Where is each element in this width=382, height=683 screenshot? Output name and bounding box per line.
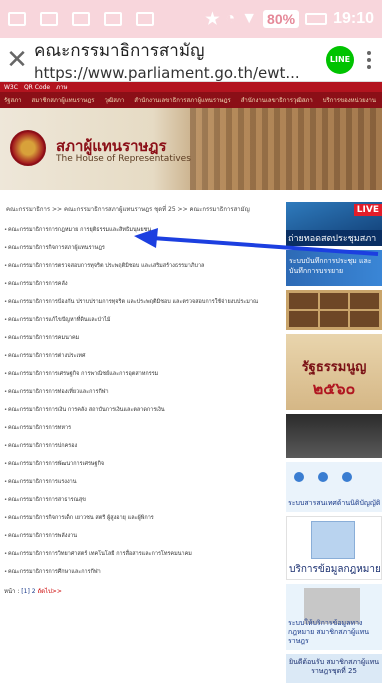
info-icon: [294, 472, 304, 482]
annotation-arrow-icon: [134, 228, 379, 256]
util-link-lang[interactable]: ภาษ: [56, 82, 67, 92]
info-icon: [342, 472, 352, 482]
battery-icon: [305, 13, 328, 25]
signal-icon: [136, 12, 154, 26]
util-bar: W3C QR Code ภาษ: [0, 82, 382, 92]
list-item[interactable]: คณะกรรมาธิการการแรงงาน: [4, 478, 280, 486]
list-item[interactable]: คณะกรรมาธิการการเศรษฐกิจ การพาณิชย์และกา…: [4, 370, 280, 378]
page-title: คณะกรรมาธิการสามัญ: [34, 41, 205, 61]
breadcrumb[interactable]: คณะกรรมาธิการ >> คณะกรรมาธิการสภาผู้แทนร…: [6, 204, 250, 214]
live-badge: LIVE: [353, 204, 382, 216]
list-item[interactable]: คณะกรรมาธิการกิจการเด็ก เยาวชน สตรี ผู้ส…: [4, 514, 280, 522]
nav-item[interactable]: รัฐสภา: [4, 95, 22, 105]
pager-current: [1]: [21, 588, 30, 595]
law-info-caption: ระบบสารสนเทศด้านนิติบัญญัติ: [288, 499, 381, 507]
banner-title-en: The House of Representatives: [56, 154, 191, 164]
wifi-icon: ▼: [241, 10, 258, 27]
list-item[interactable]: คณะกรรมาธิการการศึกษาและการกีฬา: [4, 568, 280, 576]
list-item[interactable]: คณะกรรมาธิการแก้ไขปัญหาที่ดินและป่าไม้: [4, 316, 280, 324]
constitution-title: รัฐธรรมนูญ: [301, 360, 367, 375]
pager-page-2[interactable]: 2: [32, 588, 36, 595]
info-icon: [318, 472, 328, 482]
committee-list: คณะกรรมาธิการการกฎหมาย การยุติธรรมและสิท…: [4, 226, 280, 596]
alarm-icon: ◔: [225, 10, 236, 27]
parliament-seal-icon: [10, 130, 46, 166]
browser-toolbar: ✕ คณะกรรมาธิการสามัญ https://www.parliam…: [0, 38, 382, 82]
line-share-button[interactable]: LINE: [326, 45, 354, 74]
url-area[interactable]: คณะกรรมาธิการสามัญ https://www.parliamen…: [34, 37, 318, 82]
welcome-banner[interactable]: ยินดีต้อนรับ สมาชิกสภาผู้แทนราษฎรชุดที่ …: [286, 654, 382, 683]
pager-label: หน้า :: [4, 588, 20, 595]
nav-item[interactable]: สำนักงานเลขาธิการสภาผู้แทนราษฎร: [134, 95, 230, 105]
list-item[interactable]: คณะกรรมาธิการการสาธารณสุข: [4, 496, 280, 504]
status-bar: ★ ◔ ▼ 80% 19:10: [0, 0, 382, 38]
site-banner: สภาผู้แทนราษฎร The House of Representati…: [0, 108, 382, 190]
gallery-banner[interactable]: [286, 290, 382, 330]
clock: 19:10: [333, 10, 374, 27]
list-item[interactable]: คณะกรรมาธิการการคลัง: [4, 280, 280, 288]
list-item[interactable]: คณะกรรมาธิการการป้องกัน ปราบปรามการทุจริ…: [4, 298, 280, 306]
message-icon: [104, 12, 122, 26]
util-link-qr[interactable]: QR Code: [24, 84, 50, 91]
battery-percent: 80%: [263, 10, 300, 28]
nav-item[interactable]: สมาชิกสภาผู้แทนราษฎร: [32, 95, 95, 105]
list-item[interactable]: คณะกรรมาธิการการท่องเที่ยวและการกีฬา: [4, 388, 280, 396]
image-icon: [72, 12, 90, 26]
constitution-banner[interactable]: รัฐธรรมนูญ ๒๕๖๐: [286, 334, 382, 410]
law-reporting-banner[interactable]: ระบบให้บริการข้อมูลทางกฎหมาย สมาชิกสภาผู…: [286, 584, 382, 650]
site-nav: รัฐสภา สมาชิกสภาผู้แทนราษฎร วุฒิสภา สำนั…: [0, 92, 382, 108]
nav-item[interactable]: วุฒิสภา: [104, 95, 124, 105]
more-options-icon[interactable]: [362, 50, 376, 69]
star-icon: ★: [205, 11, 220, 28]
data-service-banner[interactable]: บริการข้อมูลกฎหมาย: [286, 516, 382, 580]
list-item[interactable]: คณะกรรมาธิการการวิทยาศาสตร์ เทคโนโลยี กา…: [4, 550, 280, 558]
list-item[interactable]: คณะกรรมาธิการการคมนาคม: [4, 334, 280, 342]
url-text: https://www.parliament.go.th/ewt...: [34, 64, 300, 82]
law-info-banner[interactable]: ระบบสารสนเทศด้านนิติบัญญัติ: [286, 462, 382, 512]
law-reporting-caption: ระบบให้บริการข้อมูลทางกฎหมาย สมาชิกสภาผู…: [288, 619, 370, 645]
list-item[interactable]: คณะกรรมาธิการการต่างประเทศ: [4, 352, 280, 360]
list-item[interactable]: คณะกรรมาธิการการพลังงาน: [4, 532, 280, 540]
nav-item[interactable]: สำนักงานเลขาธิการวุฒิสภา: [241, 95, 313, 105]
close-icon[interactable]: ✕: [0, 47, 34, 73]
notification-icon: [40, 12, 58, 26]
video-banner[interactable]: [286, 414, 382, 458]
data-service-caption: บริการข้อมูลกฎหมาย: [289, 564, 381, 575]
law-book-icon: [311, 521, 355, 559]
notification-icon: [8, 12, 26, 26]
constitution-year: ๒๕๖๐: [312, 379, 356, 398]
right-sidebar: LIVE ถ่ายทอดสดประชุมสภา ระบบบันทึกการประ…: [286, 202, 382, 683]
list-item[interactable]: คณะกรรมาธิการการปกครอง: [4, 442, 280, 450]
list-item[interactable]: คณะกรรมาธิการการเงิน การคลัง สถาบันการเง…: [4, 406, 280, 414]
list-item[interactable]: คณะกรรมาธิการการพัฒนาการเศรษฐกิจ: [4, 460, 280, 468]
util-link-w3c[interactable]: W3C: [4, 84, 18, 91]
nav-item[interactable]: บริการของหน่วยงาน: [323, 95, 376, 105]
pager-next[interactable]: ถัดไป>>: [37, 588, 61, 595]
list-item[interactable]: คณะกรรมาธิการการทหาร: [4, 424, 280, 432]
pagination: หน้า : [1] 2 ถัดไป>>: [4, 586, 280, 596]
parliament-hall-image: [190, 108, 382, 190]
